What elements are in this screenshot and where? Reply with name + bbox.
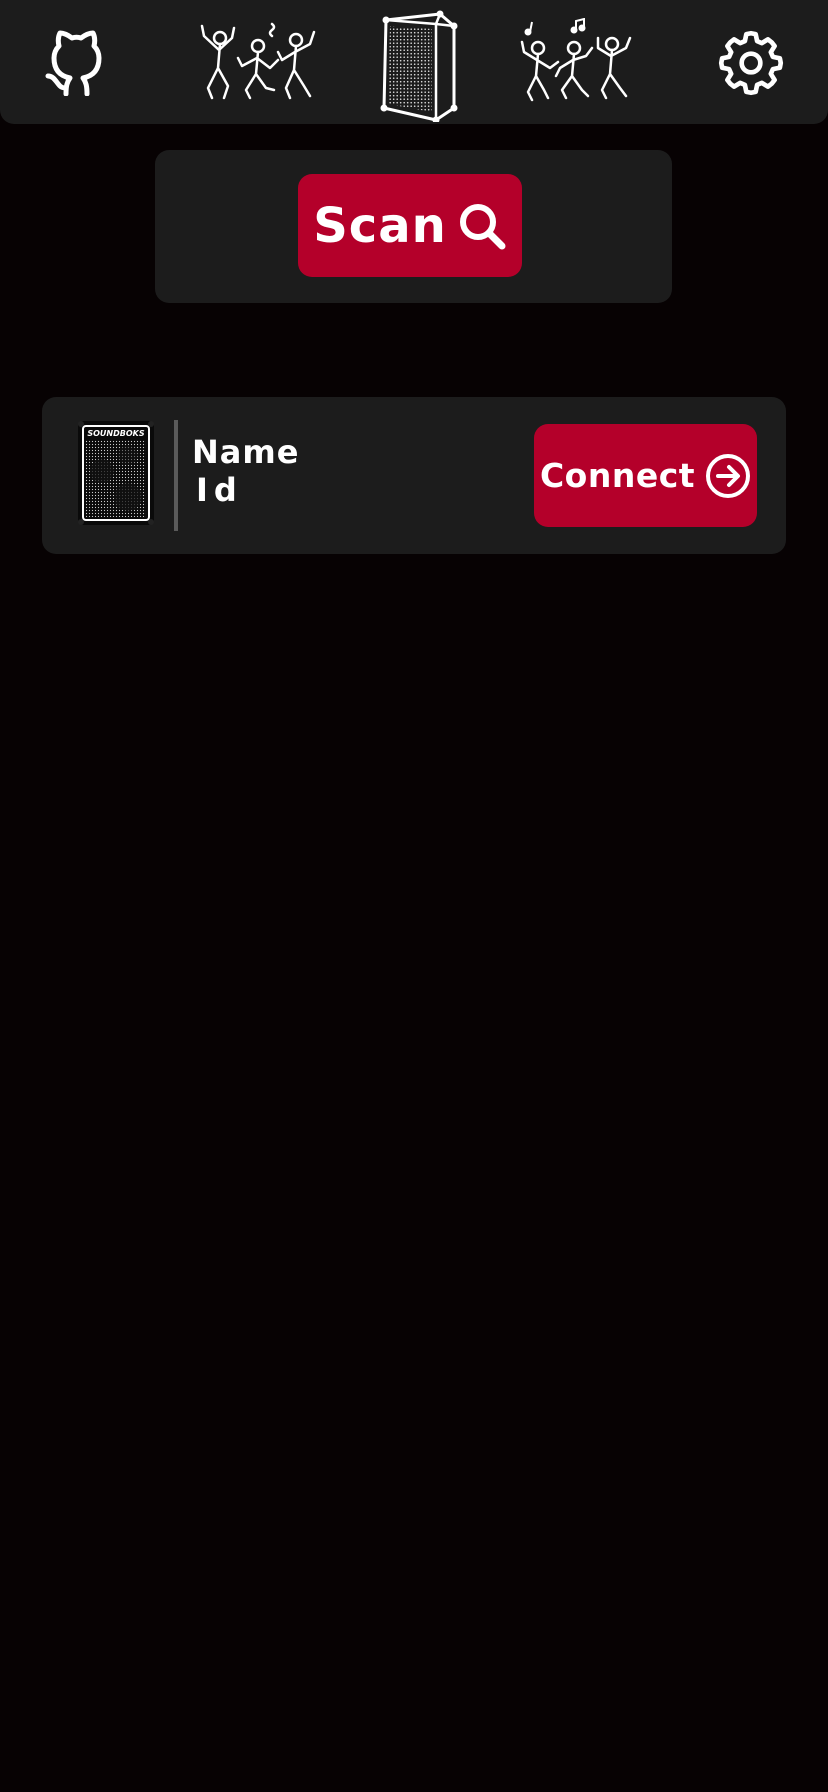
dancing-people-music-icon [520, 18, 632, 102]
github-icon[interactable] [44, 28, 108, 96]
soundboks-speaker-image: SOUNDBOKS [78, 421, 154, 525]
scan-panel: Scan [155, 150, 672, 303]
vertical-divider [174, 420, 178, 531]
scan-button-label: Scan [313, 197, 447, 254]
search-icon [459, 203, 506, 249]
device-list-item: SOUNDBOKS Name Id Connect [42, 397, 786, 554]
top-navigation-bar [0, 0, 828, 124]
device-name: Name [192, 433, 300, 471]
dancing-people-icon [200, 22, 316, 100]
connect-button-label: Connect [539, 456, 696, 495]
arrow-right-circle-icon [706, 453, 751, 498]
gear-icon[interactable] [716, 28, 786, 98]
scan-button[interactable]: Scan [298, 174, 522, 277]
speaker-brand-text: SOUNDBOKS [87, 429, 144, 438]
connect-button[interactable]: Connect [534, 424, 757, 527]
device-id: Id [196, 471, 243, 509]
speaker-icon[interactable] [378, 10, 462, 122]
